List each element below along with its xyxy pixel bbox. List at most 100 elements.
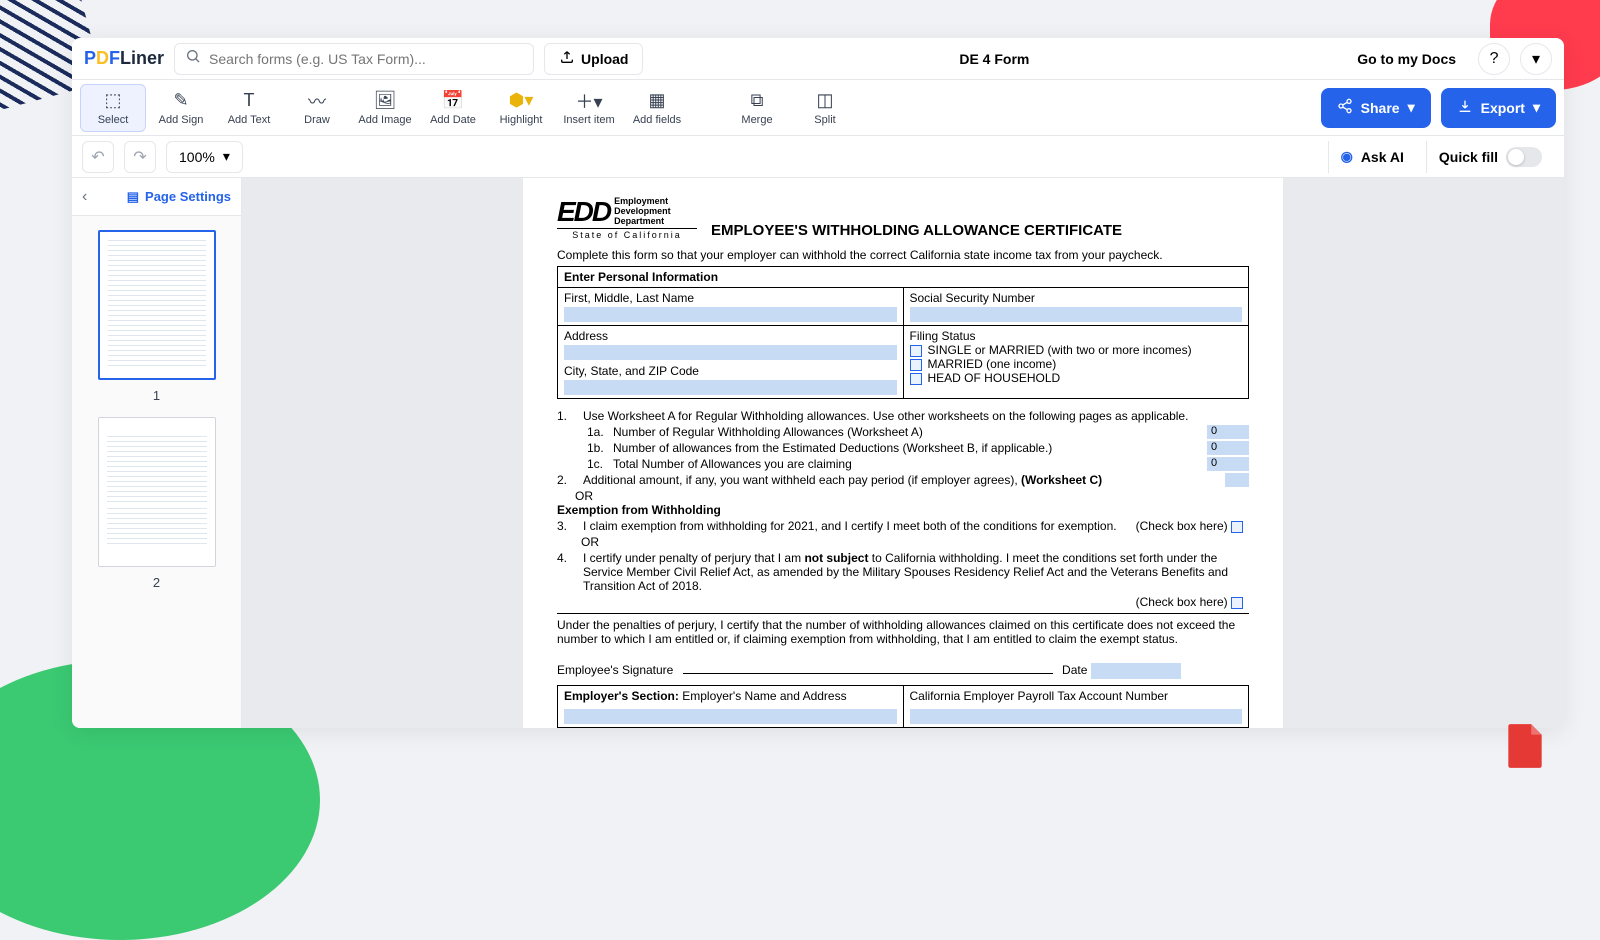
ai-icon: ◉ xyxy=(1341,148,1353,165)
tool-split[interactable]: ◫Split xyxy=(792,84,858,132)
split-icon: ◫ xyxy=(816,90,833,112)
more-menu-button[interactable]: ▾ xyxy=(1520,43,1552,75)
highlight-icon: ⬢▾ xyxy=(509,90,534,112)
employer-section-table: Employer's Section: Employer's Name and … xyxy=(557,685,1249,728)
search-box[interactable] xyxy=(174,43,534,75)
logo-p: P xyxy=(84,48,96,69)
penalty-statement: Under the penalties of perjury, I certif… xyxy=(557,618,1249,646)
chevron-down-icon: ▾ xyxy=(1408,99,1415,116)
text-icon: T xyxy=(244,90,255,112)
document-name[interactable]: DE 4 Form xyxy=(949,51,1039,67)
ask-ai-button[interactable]: ◉ Ask AI xyxy=(1328,141,1416,173)
collapse-sidebar-button[interactable]: ‹ xyxy=(82,188,87,206)
chevron-down-icon: ▾ xyxy=(1532,49,1540,69)
chevron-down-icon: ▾ xyxy=(1533,99,1540,116)
tool-add-image[interactable]: 🖼Add Image xyxy=(352,84,418,132)
redo-icon: ↷ xyxy=(133,147,146,167)
upload-icon xyxy=(559,49,575,68)
tool-draw[interactable]: 〰Draw xyxy=(284,84,350,132)
tool-add-sign[interactable]: ✎Add Sign xyxy=(148,84,214,132)
share-button[interactable]: Share ▾ xyxy=(1321,88,1431,128)
thumbnail-page-1[interactable] xyxy=(98,230,216,380)
logo-d: D xyxy=(96,48,109,69)
ssn-field[interactable] xyxy=(910,307,1243,322)
goto-docs-button[interactable]: Go to my Docs xyxy=(1345,45,1468,73)
help-icon: ? xyxy=(1490,50,1499,68)
help-button[interactable]: ? xyxy=(1478,43,1510,75)
app-window: PDFLiner Upload DE 4 Form Go to my Docs … xyxy=(72,38,1564,728)
page-sidebar: ‹ ▤ Page Settings 1 2 xyxy=(72,178,242,728)
search-icon xyxy=(185,48,201,69)
sign-icon: ✎ xyxy=(173,90,188,112)
draw-icon: 〰 xyxy=(308,90,326,112)
page-settings-button[interactable]: ▤ Page Settings xyxy=(127,189,231,205)
signature-field[interactable] xyxy=(683,660,1053,674)
quick-fill-toggle[interactable]: Quick fill xyxy=(1426,141,1554,173)
fields-icon: ▦ xyxy=(648,90,665,112)
logo[interactable]: PDFLiner xyxy=(84,48,164,69)
zoom-select[interactable]: 100% ▾ xyxy=(166,141,243,173)
sub-toolbar: ↶ ↷ 100% ▾ ◉ Ask AI Quick fill xyxy=(72,136,1564,178)
toggle-switch[interactable] xyxy=(1506,147,1542,167)
checkbox-married[interactable] xyxy=(910,359,922,371)
employer-name-field[interactable] xyxy=(564,709,897,724)
settings-icon: ▤ xyxy=(127,189,139,205)
name-field[interactable] xyxy=(564,307,897,322)
city-field[interactable] xyxy=(564,380,897,395)
address-label: Address xyxy=(564,329,608,343)
export-button[interactable]: Export ▾ xyxy=(1441,88,1556,128)
redo-button[interactable]: ↷ xyxy=(124,141,156,173)
tool-highlight[interactable]: ⬢▾Highlight xyxy=(488,84,554,132)
date-label: Date xyxy=(1062,663,1087,677)
thumb-label-1: 1 xyxy=(92,388,221,403)
document-title: EMPLOYEE'S WITHHOLDING ALLOWANCE CERTIFI… xyxy=(711,222,1122,239)
document-viewport[interactable]: EDD EmploymentDevelopmentDepartment Stat… xyxy=(242,178,1564,728)
signature-label: Employee's Signature xyxy=(557,663,673,677)
instructions-list: 1.Use Worksheet A for Regular Withholdin… xyxy=(557,409,1249,679)
logo-rest: Liner xyxy=(120,48,164,69)
undo-icon: ↶ xyxy=(91,147,104,167)
tool-insert-item[interactable]: ＋▾Insert item xyxy=(556,84,622,132)
thumbnail-list[interactable]: 1 2 xyxy=(72,216,241,728)
pdf-app-icon xyxy=(1500,720,1550,770)
upload-button[interactable]: Upload xyxy=(544,43,643,75)
select-icon: ⬚ xyxy=(104,90,121,112)
address-field[interactable] xyxy=(564,345,897,360)
field-2[interactable] xyxy=(1225,473,1249,487)
undo-button[interactable]: ↶ xyxy=(82,141,114,173)
insert-icon: ＋▾ xyxy=(575,90,602,112)
field-1c[interactable]: 0 xyxy=(1207,457,1249,471)
date-field[interactable] xyxy=(1091,663,1181,679)
search-input[interactable] xyxy=(209,51,523,67)
checkbox-single[interactable] xyxy=(910,345,922,357)
tool-add-date[interactable]: 📅Add Date xyxy=(420,84,486,132)
tool-add-text[interactable]: TAdd Text xyxy=(216,84,282,132)
tool-merge[interactable]: ⧉Merge xyxy=(724,84,790,132)
city-label: City, State, and ZIP Code xyxy=(564,364,897,378)
merge-icon: ⧉ xyxy=(751,90,764,112)
tool-add-fields[interactable]: ▦Add fields xyxy=(624,84,690,132)
field-1b[interactable]: 0 xyxy=(1207,441,1249,455)
chevron-down-icon: ▾ xyxy=(223,148,230,165)
image-icon: 🖼 xyxy=(374,90,397,112)
tool-select[interactable]: ⬚Select xyxy=(80,84,146,132)
exemption-header: Exemption from Withholding xyxy=(557,503,1249,517)
toolbar: ⬚Select ✎Add Sign TAdd Text 〰Draw 🖼Add I… xyxy=(72,80,1564,136)
share-icon xyxy=(1337,98,1353,117)
checkbox-exempt-4[interactable] xyxy=(1231,597,1243,609)
checkbox-hoh[interactable] xyxy=(910,373,922,385)
main-area: ‹ ▤ Page Settings 1 2 EDD xyxy=(72,178,1564,728)
thumbnail-page-2[interactable] xyxy=(98,417,216,567)
employer-acct-field[interactable] xyxy=(910,709,1243,724)
filing-label: Filing Status xyxy=(910,329,976,343)
checkbox-exempt-3[interactable] xyxy=(1231,521,1243,533)
intro-text: Complete this form so that your employer… xyxy=(557,248,1249,262)
date-icon: 📅 xyxy=(442,90,464,112)
top-bar: PDFLiner Upload DE 4 Form Go to my Docs … xyxy=(72,38,1564,80)
ssn-label: Social Security Number xyxy=(910,291,1035,305)
upload-label: Upload xyxy=(581,51,628,67)
thumb-label-2: 2 xyxy=(92,575,221,590)
logo-f: F xyxy=(109,48,120,69)
field-1a[interactable]: 0 xyxy=(1207,425,1249,439)
name-label: First, Middle, Last Name xyxy=(564,291,694,305)
